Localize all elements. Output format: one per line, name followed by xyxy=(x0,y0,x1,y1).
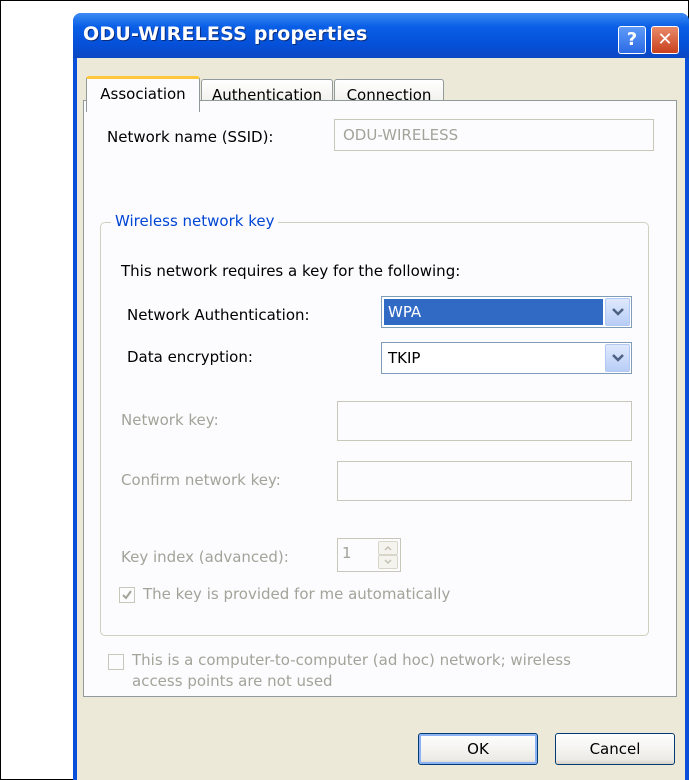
chevron-down-icon xyxy=(612,308,624,316)
confirm-key-label: Confirm network key: xyxy=(121,471,281,489)
encryption-label: Data encryption: xyxy=(127,348,253,366)
adhoc-label-line1: This is a computer-to-computer (ad hoc) … xyxy=(132,651,571,669)
encryption-dropdown-button[interactable] xyxy=(605,344,630,372)
key-index-value: 1 xyxy=(342,544,352,562)
tab-association[interactable]: Association xyxy=(86,76,200,112)
chevron-down-icon xyxy=(384,559,392,565)
wireless-key-group: Wireless network key This network requir… xyxy=(100,212,649,636)
ssid-field[interactable]: ODU-WIRELESS xyxy=(334,119,654,151)
title-bar[interactable]: ODU-WIRELESS properties ? ✕ xyxy=(73,13,689,58)
auth-select[interactable]: WPA xyxy=(381,296,632,328)
association-panel: Network name (SSID): ODU-WIRELESS Wirele… xyxy=(83,100,677,697)
help-icon: ? xyxy=(626,29,638,50)
auto-key-label: The key is provided for me automatically xyxy=(143,585,451,603)
adhoc-label-line2: access points are not used xyxy=(132,672,333,690)
confirm-key-field[interactable] xyxy=(337,461,632,501)
key-index-spinner[interactable]: 1 xyxy=(337,538,401,572)
encryption-value: TKIP xyxy=(388,349,421,367)
key-index-label: Key index (advanced): xyxy=(121,548,289,566)
adhoc-checkbox[interactable] xyxy=(108,654,124,670)
close-icon: ✕ xyxy=(657,29,673,50)
close-button[interactable]: ✕ xyxy=(651,26,679,54)
ssid-label: Network name (SSID): xyxy=(107,128,274,146)
chevron-up-icon xyxy=(384,545,392,551)
cancel-button[interactable]: Cancel xyxy=(555,733,675,765)
network-key-label: Network key: xyxy=(121,411,219,429)
ok-button[interactable]: OK xyxy=(418,733,538,765)
requires-key-text: This network requires a key for the foll… xyxy=(121,262,461,280)
auth-value: WPA xyxy=(384,299,603,325)
auth-dropdown-button[interactable] xyxy=(605,298,630,326)
chevron-down-icon xyxy=(612,354,624,362)
properties-dialog: ODU-WIRELESS properties ? ✕ Association … xyxy=(73,13,689,780)
group-title: Wireless network key xyxy=(111,212,279,230)
check-icon xyxy=(122,590,132,600)
encryption-select[interactable]: TKIP xyxy=(381,342,632,374)
auth-label: Network Authentication: xyxy=(127,306,310,324)
dialog-title: ODU-WIRELESS properties xyxy=(83,23,368,45)
dialog-client: Association Authentication Connection Ne… xyxy=(77,58,685,780)
spin-down-button[interactable] xyxy=(378,555,398,569)
help-button[interactable]: ? xyxy=(618,26,646,54)
auto-key-checkbox[interactable] xyxy=(119,587,135,603)
spin-up-button[interactable] xyxy=(378,541,398,555)
network-key-field[interactable] xyxy=(337,401,632,441)
